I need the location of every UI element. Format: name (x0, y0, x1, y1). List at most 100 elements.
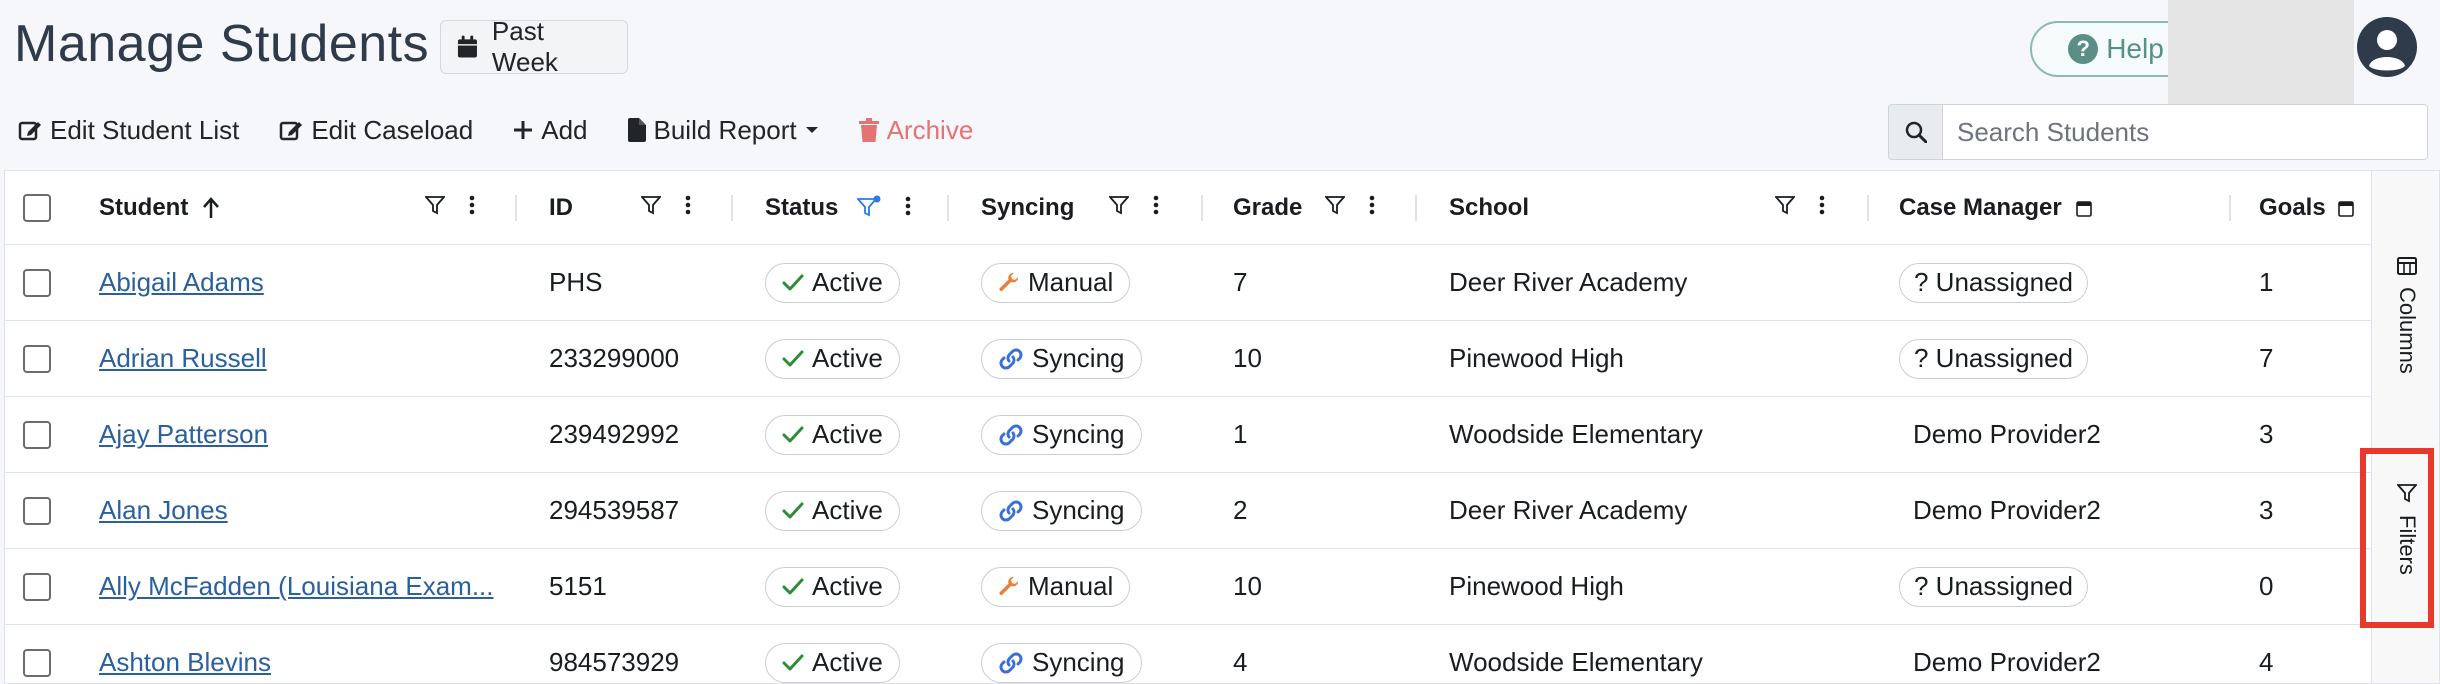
student-cell: Adrian Russell (99, 321, 267, 396)
filters-tab[interactable]: Filters (2372, 483, 2439, 575)
column-separator[interactable] (515, 195, 517, 221)
archive-button[interactable]: Archive (858, 114, 974, 146)
case-manager-badge[interactable]: ? Unassigned (1899, 566, 2088, 607)
syncing-label: Syncing (1032, 647, 1125, 677)
id-cell: 984573929 (549, 647, 680, 677)
grade-cell: 4 (1233, 647, 1248, 677)
link-icon (999, 652, 1023, 673)
column-header-school[interactable]: School (1449, 171, 1529, 245)
search-icon[interactable] (1889, 105, 1943, 159)
user-avatar-icon[interactable] (2356, 16, 2418, 78)
table-row[interactable]: Ally McFadden (Louisiana Exam... 5151 Acti… (5, 549, 2371, 625)
row-checkbox[interactable] (23, 648, 51, 677)
archive-label: Archive (886, 114, 974, 145)
case-manager-badge[interactable]: ? Unassigned (1899, 262, 2088, 303)
table-row[interactable]: Ajay Patterson 239492992 Active Syncing 1 Woo… (5, 397, 2371, 473)
column-separator[interactable] (731, 195, 733, 221)
table-row[interactable]: Alan Jones 294539587 Active Syncing 2 Deer Ri… (5, 473, 2371, 549)
student-link[interactable]: Adrian Russell (99, 343, 267, 374)
add-button[interactable]: Add (513, 114, 588, 146)
status-label: Active (812, 419, 883, 449)
row-select-cell (23, 625, 51, 683)
column-header-goals[interactable]: Goals (2259, 171, 2354, 245)
row-checkbox[interactable] (23, 496, 51, 525)
table-row[interactable]: Abigail Adams PHS Active Manual 7 Deer River … (5, 245, 2371, 321)
column-header-case-manager[interactable]: Case Manager (1899, 171, 2092, 245)
grid-header: Student ID Status Syncing Grade School C… (5, 171, 2371, 245)
toolbar: Edit Student List Edit Caseload Add Buil… (18, 108, 1013, 152)
file-icon (627, 118, 646, 142)
column-header-id[interactable]: ID (549, 171, 573, 245)
column-menu-icon[interactable] (1153, 195, 1159, 215)
filter-icon[interactable] (425, 195, 445, 215)
school-header-icons (1775, 195, 1825, 215)
column-header-status[interactable]: Status (765, 171, 838, 245)
student-header-icons (425, 195, 475, 215)
student-link[interactable]: Ashton Blevins (99, 647, 271, 678)
syncing-badge: Syncing (981, 490, 1142, 531)
grade-cell: 7 (1233, 267, 1248, 297)
select-all-checkbox[interactable] (23, 194, 51, 222)
goals-cell: 1 (2259, 267, 2274, 297)
school-cell: Pinewood High (1449, 571, 1624, 601)
syncing-cell: Syncing (981, 397, 1142, 472)
row-checkbox[interactable] (23, 572, 51, 601)
student-link[interactable]: Abigail Adams (99, 267, 264, 298)
filter-icon[interactable] (1325, 195, 1345, 215)
column-menu-icon[interactable] (1369, 195, 1375, 215)
row-select-cell (23, 245, 51, 320)
search-input[interactable] (1943, 105, 2427, 159)
filter-icon[interactable] (1775, 195, 1795, 215)
search-box (1888, 104, 2428, 160)
link-icon (999, 424, 1023, 445)
id-cell: 239492992 (549, 419, 680, 449)
trash-icon (858, 118, 879, 142)
column-separator[interactable] (2229, 195, 2231, 221)
column-separator[interactable] (947, 195, 949, 221)
column-header-syncing[interactable]: Syncing (981, 171, 1074, 245)
help-label: Help (2106, 33, 2164, 64)
column-separator[interactable] (1867, 195, 1869, 221)
goals-cell: 3 (2259, 419, 2274, 449)
grade-cell: 2 (1233, 495, 1248, 525)
row-checkbox[interactable] (23, 420, 51, 449)
column-menu-icon[interactable] (905, 196, 911, 216)
student-link[interactable]: Ally McFadden (Louisiana Exam... (99, 571, 494, 602)
table-row[interactable]: Adrian Russell 233299000 Active Syncing 10 Pi… (5, 321, 2371, 397)
student-link[interactable]: Alan Jones (99, 495, 228, 526)
check-icon (782, 426, 804, 442)
column-separator[interactable] (1415, 195, 1417, 221)
table-row[interactable]: Ashton Blevins 984573929 Active Syncing 4 Woo… (5, 625, 2371, 683)
row-checkbox[interactable] (23, 268, 51, 297)
date-range-button[interactable]: Past Week (440, 16, 628, 77)
filter-active-icon[interactable] (857, 195, 881, 217)
columns-tab[interactable]: Columns (2372, 257, 2439, 374)
wrench-icon (999, 272, 1019, 291)
column-separator[interactable] (1201, 195, 1203, 221)
edit-student-list-button[interactable]: Edit Student List (18, 115, 239, 146)
grade-cell: 10 (1233, 343, 1262, 373)
edit-caseload-button[interactable]: Edit Caseload (279, 115, 473, 146)
column-menu-icon[interactable] (1819, 195, 1825, 215)
add-label: Add (541, 114, 588, 145)
select-all-cell (23, 171, 51, 245)
build-report-button[interactable]: Build Report (627, 115, 819, 146)
row-select-cell (23, 397, 51, 472)
student-cell: Alan Jones (99, 473, 228, 548)
syncing-badge: Manual (981, 566, 1131, 607)
case-manager-label: ? Unassigned (1914, 571, 2073, 601)
filter-icon[interactable] (641, 195, 661, 215)
syncing-header-icons (1109, 195, 1159, 215)
column-menu-icon[interactable] (469, 195, 475, 215)
student-link[interactable]: Ajay Patterson (99, 419, 268, 450)
syncing-badge: Syncing (981, 338, 1142, 379)
case-manager-label: Demo Provider2 (1913, 419, 2101, 449)
column-menu-icon[interactable] (685, 195, 691, 215)
column-header-grade[interactable]: Grade (1233, 171, 1302, 245)
syncing-cell: Manual (981, 549, 1131, 624)
check-icon (782, 654, 804, 670)
row-checkbox[interactable] (23, 344, 51, 373)
case-manager-badge[interactable]: ? Unassigned (1899, 338, 2088, 379)
filter-icon[interactable] (1109, 195, 1129, 215)
column-header-student[interactable]: Student (99, 171, 220, 245)
